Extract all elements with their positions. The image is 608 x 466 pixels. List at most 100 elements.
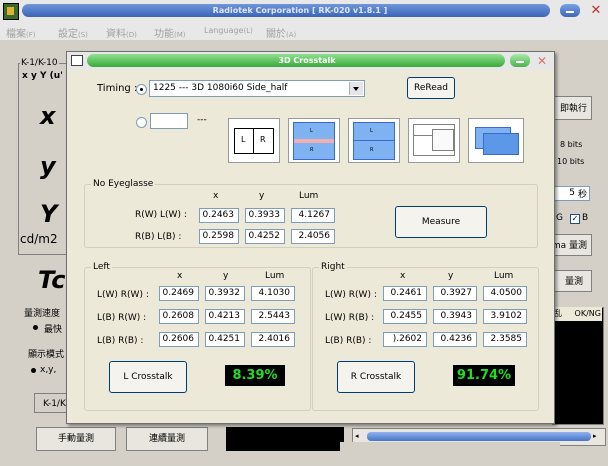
l-crosstalk-result: 8.39% [225,365,285,386]
display-mode-label: 顯示模式 [28,350,65,360]
x-field[interactable]: 0.2455 [383,309,427,324]
x-field[interactable]: 0.2598 [199,229,239,244]
manual-measure-button[interactable]: 手動量測 [36,427,116,451]
menu-about[interactable]: 關於(A) [266,25,296,40]
top-bottom-icon[interactable]: L R [348,118,400,163]
icon-letter-r: R [370,147,374,153]
lum-field[interactable]: 3.9102 [483,309,527,324]
timing-select[interactable]: 1225 --- 3D 1080i60 Side_half [149,80,365,97]
display-mode-radio[interactable] [31,368,36,373]
r-crosstalk-button[interactable]: R Crosstalk [337,361,415,393]
group-label: K-1/K-10 [20,58,59,68]
x-field[interactable]: 0.2463 [199,208,239,223]
timing-radio[interactable] [136,84,147,95]
reread-button[interactable]: ReRead [407,77,455,99]
menu-file[interactable]: 檔案(F) [6,25,36,40]
lum-field[interactable]: 2.4016 [251,332,295,347]
overlay-panels-icon[interactable] [408,118,460,163]
icon-letter-l: L [370,128,373,134]
l-crosstalk-button[interactable]: L Crosstalk [109,361,187,393]
x-field[interactable]: 0.2469 [159,286,199,301]
result-list[interactable] [552,307,604,425]
lum-field[interactable]: 4.1267 [291,208,335,223]
y-field[interactable]: 0.4236 [433,332,477,347]
main-title-bar[interactable]: Radiotek Corporation [ RK-020 v1.8.1 ] [0,0,608,22]
y-field[interactable]: 0.3932 [205,286,245,301]
lum-field[interactable]: 4.1030 [251,286,295,301]
custom-dash: --- [197,115,207,125]
lum-field[interactable]: 2.5443 [251,309,295,324]
col-y: y [448,271,454,281]
dialog-title: 3D Crosstalk [278,56,336,65]
y-field[interactable]: 0.4251 [205,332,245,347]
y-field[interactable]: 0.3933 [245,208,285,223]
Y-value-label: Y [40,200,58,228]
minimize-icon[interactable] [560,4,580,17]
timing-label: Timing : [97,83,138,94]
measure-button[interactable]: Measure [395,206,487,238]
col-y: y [223,271,229,281]
stacked-frames-icon[interactable] [468,118,524,163]
y-field[interactable]: 0.3927 [433,286,477,301]
dialog-close-icon[interactable]: ✕ [535,54,549,68]
dialog-title-bar[interactable]: 3D Crosstalk [67,52,554,70]
x-field[interactable]: 0.2461 [383,286,427,301]
col-a-header: 乱 [554,309,562,318]
b-checkbox-label: B [582,213,589,223]
x-field[interactable]: 0.2606 [159,332,199,347]
custom-radio[interactable] [136,117,147,128]
lum-field[interactable]: 2.4056 [291,229,335,244]
close-icon[interactable]: ✕ [588,3,604,18]
menu-language[interactable]: Language(L) [204,26,253,35]
k-mode-button[interactable]: K-1/K [34,393,68,413]
chevron-down-icon[interactable] [349,82,363,95]
x-field[interactable]: ).2602 [383,332,427,347]
row-label: R(W) L(W) : [135,210,187,220]
status-display [226,427,344,451]
y-field[interactable]: 0.4213 [205,309,245,324]
y-value-label: y [40,152,56,180]
luminance-unit: cd/m2 [20,232,58,246]
row-label: R(B) L(B) : [135,232,182,242]
dialog-icon [71,55,83,66]
scroll-thumb[interactable] [367,432,591,441]
scroll-right-icon[interactable]: ▸ [593,432,601,441]
row-label: L(W) R(W) : [97,290,149,300]
seconds-unit: 秒 [578,190,588,200]
tc-label: Tc [38,266,66,294]
dialog-minimize-icon[interactable] [510,54,530,67]
coord-header: x y Y (u' [22,71,63,81]
left-group-title: Left [91,262,112,272]
menu-functions[interactable]: 功能(M) [154,25,186,40]
bits-8-option: 8 bits [560,140,583,149]
scroll-left-icon[interactable]: ◂ [355,432,363,441]
bits-10-option: 10 bits [557,157,585,166]
top-bottom-interlaced-icon[interactable]: L R [288,118,340,163]
lr-side-by-side-icon[interactable]: L R [228,118,280,163]
menu-settings[interactable]: 設定(S) [58,25,88,40]
speed-group-label: 量測速度 [24,309,61,319]
row-label: L(B) R(W) : [97,313,147,323]
icon-letter-l: L [241,135,246,144]
x-field[interactable]: 0.2608 [159,309,199,324]
right-group-title: Right [319,262,347,272]
lum-field[interactable]: 4.0500 [483,286,527,301]
continuous-measure-button[interactable]: 連續量測 [126,427,208,451]
y-field[interactable]: 0.4252 [245,229,285,244]
menu-data[interactable]: 資料(D) [106,25,137,40]
speed-radio[interactable] [33,325,38,330]
icon-letter-r: R [260,135,266,144]
result-list-header: 乱 OK/NG [552,307,602,321]
y-field[interactable]: 0.3943 [433,309,477,324]
status-strip [340,442,560,456]
lum-field[interactable]: 2.3585 [483,332,527,347]
col-x: x [400,271,406,281]
icon-letter-r: R [310,147,314,153]
main-window-title: Radiotek Corporation [ RK-020 v1.8.1 ] [212,6,388,15]
col-x: x [213,191,219,201]
no-eyeglasse-title: No Eyeglasse [91,179,156,189]
col-y: y [259,191,265,201]
custom-timing-input[interactable] [150,113,188,129]
b-checkbox[interactable]: ✓ [570,214,580,224]
menu-bar: 檔案(F) 設定(S) 資料(D) 功能(M) Language(L) 關於(A… [0,22,608,40]
